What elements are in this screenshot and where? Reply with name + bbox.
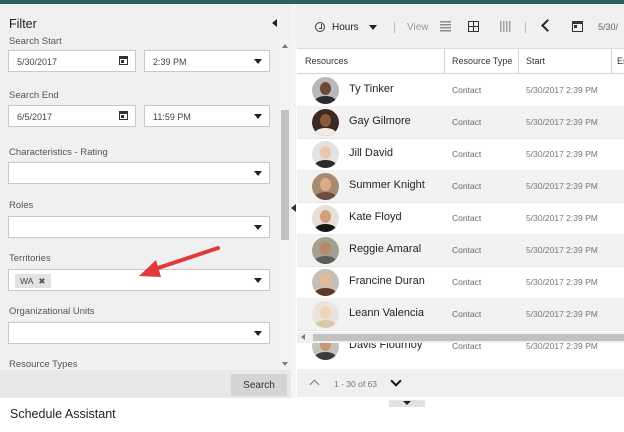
annotation-arrow (139, 246, 220, 277)
annotation-arrow-head (139, 260, 161, 277)
annotation-arrow-shaft (150, 246, 220, 272)
